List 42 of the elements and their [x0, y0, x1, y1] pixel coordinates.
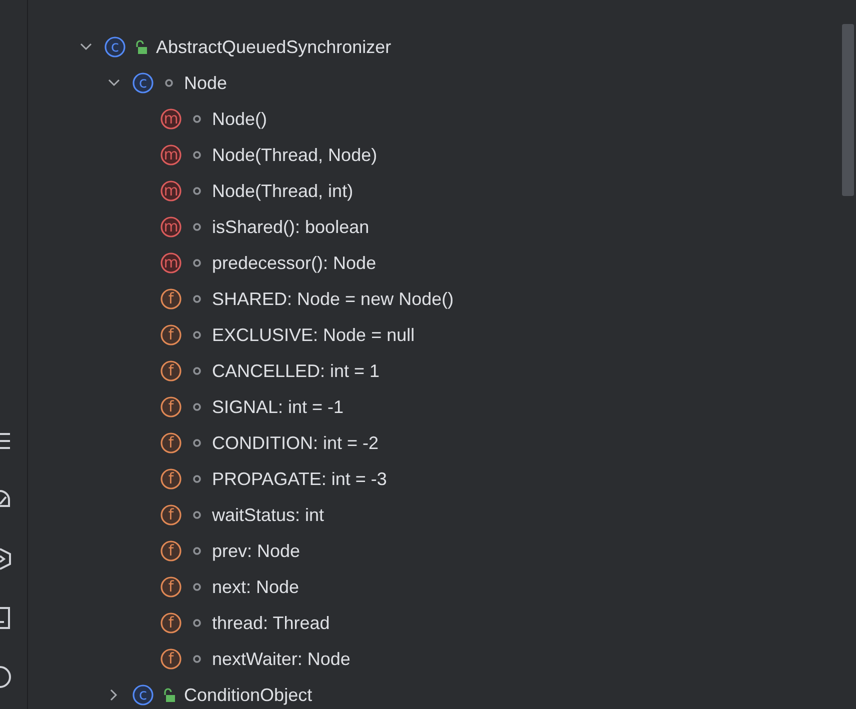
terminal-icon[interactable] [0, 607, 12, 629]
method-icon: m [160, 144, 182, 166]
field-icon: f [160, 360, 182, 382]
field-icon: f [160, 432, 182, 454]
field-icon: f [160, 468, 182, 490]
tree-item-label[interactable]: prev: Node [212, 540, 300, 562]
method-icon: m [160, 216, 182, 238]
method-icon: m [160, 180, 182, 202]
class-icon: c [104, 36, 126, 58]
list-icon[interactable] [0, 430, 12, 452]
tree-item-label[interactable]: isShared(): boolean [212, 216, 370, 238]
tree-item-label[interactable]: PROPAGATE: int = -3 [212, 468, 387, 490]
field-icon: f [160, 396, 182, 418]
play-icon[interactable] [0, 548, 12, 570]
tree-item-label[interactable]: AbstractQueuedSynchronizer [156, 36, 392, 58]
field-icon: f [160, 324, 182, 346]
tree-item-label[interactable]: thread: Thread [212, 612, 330, 634]
tree-item-label[interactable]: SHARED: Node = new Node() [212, 288, 454, 310]
field-icon: f [160, 540, 182, 562]
tree-item-label[interactable]: CONDITION: int = -2 [212, 432, 379, 454]
field-icon: f [160, 612, 182, 634]
field-icon: f [160, 288, 182, 310]
tree-item-label[interactable]: nextWaiter: Node [212, 648, 350, 670]
tree-item-label[interactable]: predecessor(): Node [212, 252, 376, 274]
tree-item-label[interactable]: next: Node [212, 576, 300, 598]
tree-item-label[interactable]: CANCELLED: int = 1 [212, 360, 380, 382]
class-icon: c [132, 684, 154, 706]
field-icon: f [160, 576, 182, 598]
method-icon: m [160, 252, 182, 274]
tree-item-label[interactable]: Node(Thread, int) [212, 180, 354, 202]
method-icon: m [160, 108, 182, 130]
field-icon: f [160, 504, 182, 526]
tree-item-label[interactable]: Node [184, 72, 228, 94]
class-icon: c [132, 72, 154, 94]
tree-item-label[interactable]: waitStatus: int [212, 504, 324, 526]
tree-item-label[interactable]: Node() [212, 108, 268, 130]
tree-item-label[interactable]: SIGNAL: int = -1 [212, 396, 344, 418]
tree-item-label[interactable]: Node(Thread, Node) [212, 144, 378, 166]
tree-item-label[interactable]: ConditionObject [184, 684, 312, 706]
tree-item-label[interactable]: EXCLUSIVE: Node = null [212, 324, 415, 346]
field-icon: f [160, 648, 182, 670]
scrollbar-thumb[interactable] [842, 24, 854, 196]
